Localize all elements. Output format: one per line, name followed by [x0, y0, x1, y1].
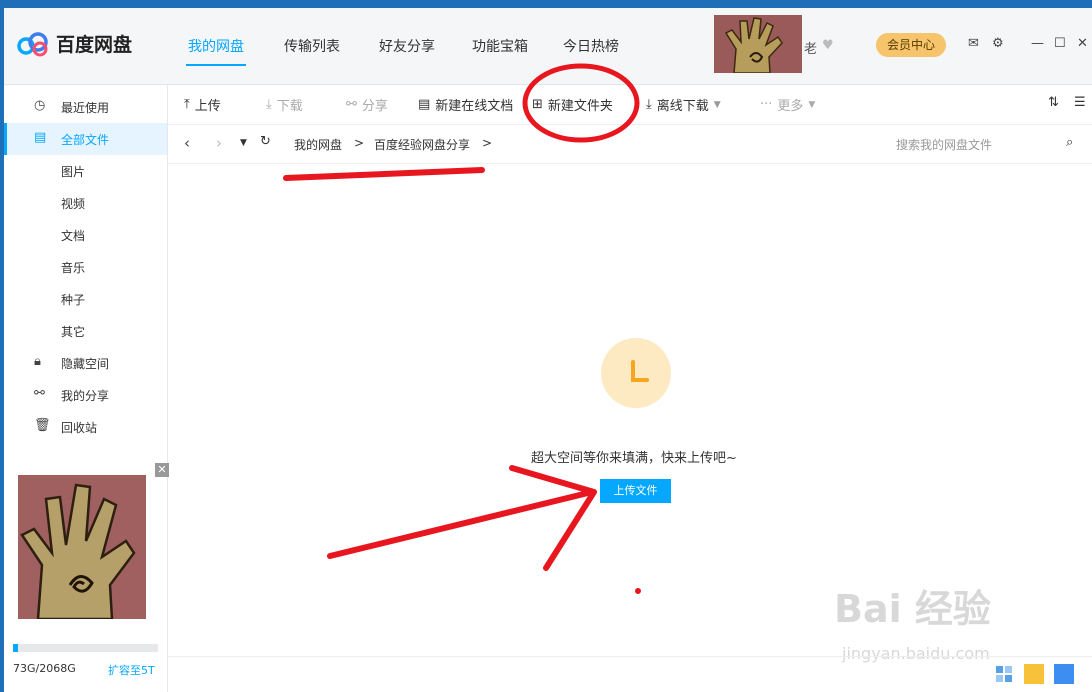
annotation-arrow-head — [509, 465, 597, 571]
app-window: 百度网盘 我的网盘 传输列表 好友分享 功能宝箱 今日热榜 老 ♥ 会员中心 ✉… — [4, 8, 1092, 692]
annotation-underline — [283, 167, 485, 181]
annotation-arrow-shaft — [327, 489, 595, 559]
annotation-dot — [635, 588, 641, 594]
annotation-circle — [522, 63, 640, 143]
annotation-overlay — [283, 63, 641, 594]
